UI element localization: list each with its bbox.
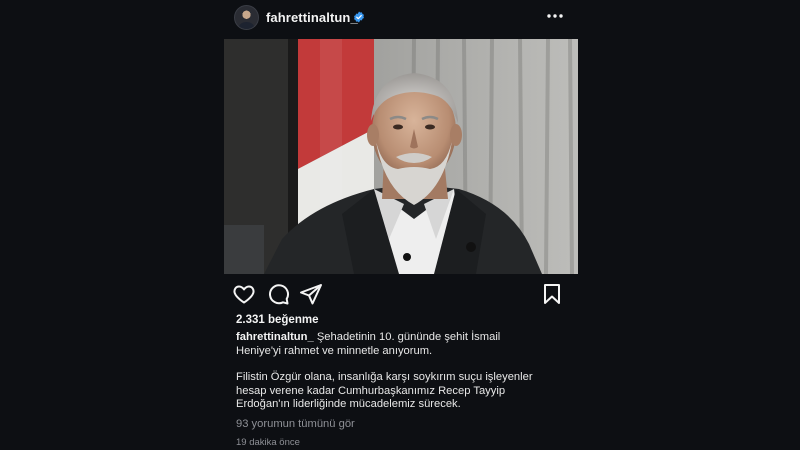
caption-text-line-2: Heniye'yi rahmet ve minnetle anıyorum. xyxy=(236,344,433,357)
caption-text-line-5: Erdoğan'ın liderliğinde mücadelemiz süre… xyxy=(236,398,461,410)
comment-icon[interactable] xyxy=(266,282,290,306)
heart-icon[interactable] xyxy=(232,282,256,306)
more-horizontal-icon[interactable] xyxy=(542,4,568,28)
post-caption: fahrettinaltun_ Şehadetinin 10. gününde … xyxy=(236,331,572,412)
post-timestamp: 19 dakika önce xyxy=(236,437,300,448)
portrait-photo xyxy=(224,39,578,274)
like-count[interactable]: 2.331 beğenme xyxy=(236,314,318,326)
caption-text-line-4: hesap verene kadar Cumhurbaşkanımız Rece… xyxy=(236,384,506,397)
view-all-comments-link[interactable]: 93 yorumun tümünü gör xyxy=(236,418,355,430)
post-username[interactable]: fahrettinaltun_ xyxy=(266,10,358,25)
instagram-post: fahrettinaltun_ 2.331 beğenme fahrettina… xyxy=(224,0,578,450)
post-actions-bar xyxy=(224,282,578,308)
avatar[interactable] xyxy=(234,5,259,30)
post-header: fahrettinaltun_ xyxy=(224,0,578,36)
post-photo[interactable] xyxy=(224,39,578,274)
caption-text-line-1: Şehadetinin 10. gününde şehit İsmail xyxy=(316,331,501,343)
paper-plane-icon[interactable] xyxy=(299,282,323,306)
caption-username[interactable]: fahrettinaltun_ xyxy=(236,331,314,343)
verified-badge-icon xyxy=(354,11,364,23)
caption-text-line-3: Filistin Özgür olana, insanlığa karşı so… xyxy=(236,371,533,383)
bookmark-icon[interactable] xyxy=(540,282,564,306)
